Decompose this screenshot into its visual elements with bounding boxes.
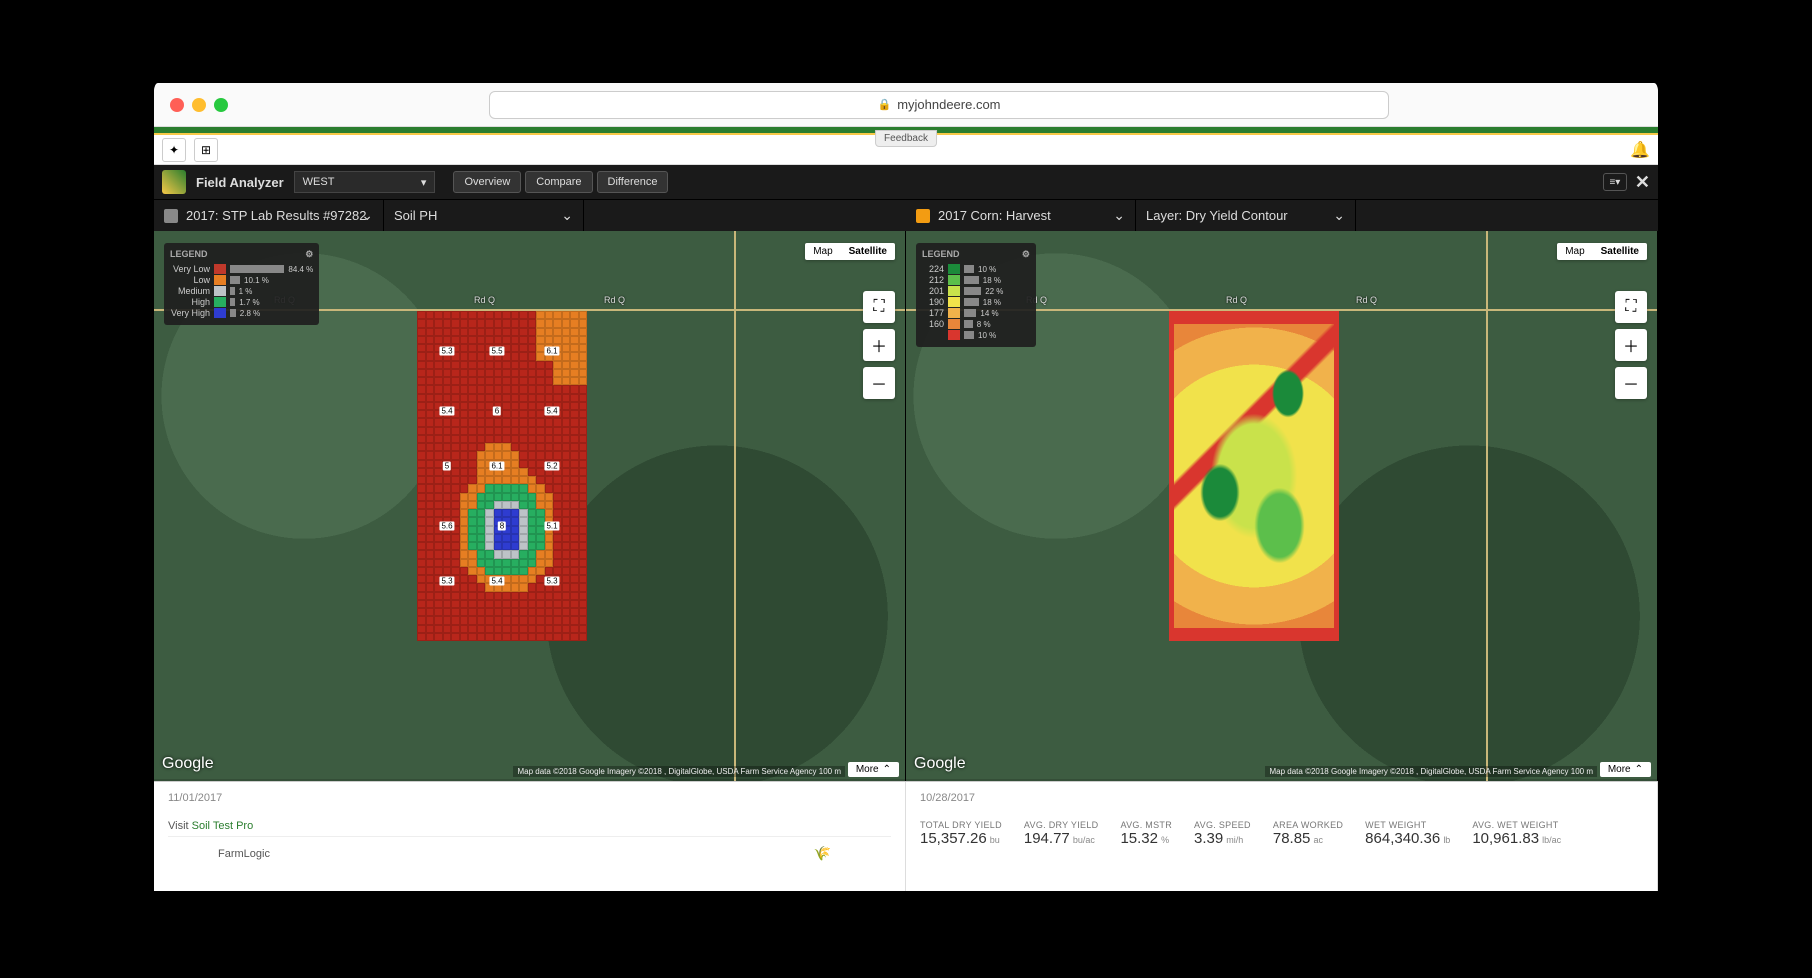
left-dataset-select[interactable]: 2017: STP Lab Results #97282	[154, 200, 384, 231]
zoom-in-icon[interactable]: ＋	[1615, 329, 1647, 361]
map-type-toggle[interactable]: Map Satellite	[805, 243, 895, 260]
right-legend: LEGEND⚙ 22410 %21218 %20122 %19018 %1771…	[916, 243, 1036, 347]
more-toggle[interactable]: More⌃	[1600, 762, 1651, 777]
bottom-data-row: 11/01/2017 Visit Soil Test Pro FarmLogic…	[154, 781, 1658, 891]
sample-value: 5.3	[439, 577, 454, 586]
left-details-panel: 11/01/2017 Visit Soil Test Pro FarmLogic…	[154, 782, 906, 891]
sample-value: 5.5	[489, 347, 504, 356]
more-toggle[interactable]: More⌃	[848, 762, 899, 777]
fullscreen-icon[interactable]: ⛶	[863, 291, 895, 323]
soil-test-logo-icon: 🌾	[814, 845, 831, 862]
sample-value: 6.1	[544, 347, 559, 356]
view-tabs: Overview Compare Difference	[453, 171, 668, 193]
feedback-tab[interactable]: Feedback	[875, 130, 937, 147]
left-map-pane[interactable]: Rd Q Rd Q Rd Q LEGEND⚙ Very Low84.4 %Low…	[154, 231, 906, 781]
google-logo: Google	[914, 755, 966, 773]
sample-value: 5	[443, 462, 451, 471]
app-frame: 🔒 myjohndeere.com Feedback ✦ ⊞ 🔔 Field A…	[150, 83, 1662, 895]
url-bar[interactable]: 🔒 myjohndeere.com	[489, 91, 1389, 119]
sample-value: 5.6	[439, 522, 454, 531]
app-thumb-icon	[162, 170, 186, 194]
tab-overview[interactable]: Overview	[453, 171, 521, 193]
stat-wet-weight: WET WEIGHT864,340.36 lb	[1365, 820, 1450, 847]
left-layer-select[interactable]: Soil PH	[384, 200, 584, 231]
sample-value: 8	[498, 522, 506, 531]
tab-difference[interactable]: Difference	[597, 171, 669, 193]
brand-bar: Feedback	[154, 127, 1658, 135]
org-select[interactable]: WEST	[294, 171, 436, 193]
road-label: Rd Q	[1226, 295, 1247, 305]
map-type-toggle[interactable]: Map Satellite	[1557, 243, 1647, 260]
grid-icon[interactable]: ⊞	[194, 138, 218, 162]
road-label: Rd Q	[474, 295, 495, 305]
left-field-overlay: 5.3 5.5 6.1 5.4 6 5.4 5 6.1 5.2 5.6 8 5.1 5.3 5.4 5.3	[417, 311, 587, 641]
sample-value: 5.1	[544, 522, 559, 531]
soil-test-pro-link[interactable]: Soil Test Pro	[192, 820, 254, 832]
window-minimize[interactable]	[192, 98, 206, 112]
sample-value: 5.3	[544, 577, 559, 586]
url-text: myjohndeere.com	[897, 97, 1000, 112]
road-label: Rd Q	[1356, 295, 1377, 305]
stat-avg-mstr: AVG. MSTR15.32 %	[1120, 820, 1172, 847]
tool-row: Field Analyzer WEST Overview Compare Dif…	[154, 165, 1658, 199]
stat-avg-speed: AVG. SPEED3.39 mi/h	[1194, 820, 1251, 847]
sample-value: 5.4	[439, 407, 454, 416]
chevron-up-icon: ⌃	[1635, 764, 1643, 775]
map-type-map[interactable]: Map	[805, 243, 840, 260]
stat-avg-wet-weight: AVG. WET WEIGHT10,961.83 lb/ac	[1472, 820, 1561, 847]
compare-panes: Rd Q Rd Q Rd Q LEGEND⚙ Very Low84.4 %Low…	[154, 231, 1658, 781]
lock-icon: 🔒	[877, 98, 891, 111]
stat-avg-dry-yield: AVG. DRY YIELD194.77 bu/ac	[1024, 820, 1099, 847]
chevron-up-icon: ⌃	[883, 764, 891, 775]
window-close[interactable]	[170, 98, 184, 112]
nav-icon-1[interactable]: ✦	[162, 138, 186, 162]
right-details-panel: 10/28/2017 TOTAL DRY YIELD15,357.26 bu AV…	[906, 782, 1658, 891]
app-title: Field Analyzer	[196, 175, 284, 190]
map-type-satellite[interactable]: Satellite	[1593, 243, 1647, 260]
right-map-pane[interactable]: Rd Q Rd Q Rd Q LEGEND⚙ 22410 %21218 %201…	[906, 231, 1658, 781]
browser-chrome: 🔒 myjohndeere.com	[154, 83, 1658, 127]
menu-icon[interactable]: ≡▾	[1603, 173, 1627, 191]
window-zoom[interactable]	[214, 98, 228, 112]
sample-value: 5.3	[439, 347, 454, 356]
right-field-overlay	[1169, 311, 1339, 641]
bell-icon[interactable]: 🔔	[1630, 140, 1650, 160]
left-legend: LEGEND⚙ Very Low84.4 %Low10.1 %Medium1 %…	[164, 243, 319, 325]
map-attribution: Map data ©2018 Google Imagery ©2018 , Di…	[513, 766, 845, 777]
sample-value: 6.1	[489, 462, 504, 471]
legend-gear-icon[interactable]: ⚙	[305, 249, 313, 260]
sample-value: 5.4	[544, 407, 559, 416]
close-icon[interactable]: ✕	[1635, 172, 1650, 193]
zoom-out-icon[interactable]: －	[1615, 367, 1647, 399]
tab-compare[interactable]: Compare	[525, 171, 592, 193]
right-date: 10/28/2017	[920, 792, 1643, 804]
sample-value: 6	[493, 407, 501, 416]
legend-gear-icon[interactable]: ⚙	[1022, 249, 1030, 260]
fullscreen-icon[interactable]: ⛶	[1615, 291, 1647, 323]
farmlogic-label: FarmLogic	[218, 848, 270, 860]
stat-total-dry-yield: TOTAL DRY YIELD15,357.26 bu	[920, 820, 1002, 847]
road-label: Rd Q	[604, 295, 625, 305]
visit-link-row: Visit Soil Test Pro	[168, 820, 891, 832]
map-type-map[interactable]: Map	[1557, 243, 1592, 260]
map-type-satellite[interactable]: Satellite	[841, 243, 895, 260]
map-attribution: Map data ©2018 Google Imagery ©2018 , Di…	[1265, 766, 1597, 777]
layer-selector-row: 2017: STP Lab Results #97282 Soil PH 201…	[154, 199, 1658, 231]
right-layer-select[interactable]: Layer: Dry Yield Contour	[1136, 200, 1356, 231]
left-date: 11/01/2017	[168, 792, 891, 804]
google-logo: Google	[162, 755, 214, 773]
zoom-in-icon[interactable]: ＋	[863, 329, 895, 361]
right-dataset-select[interactable]: 2017 Corn: Harvest	[906, 200, 1136, 231]
sample-value: 5.4	[489, 577, 504, 586]
stat-area-worked: AREA WORKED78.85 ac	[1273, 820, 1343, 847]
sample-value: 5.2	[544, 462, 559, 471]
zoom-out-icon[interactable]: －	[863, 367, 895, 399]
